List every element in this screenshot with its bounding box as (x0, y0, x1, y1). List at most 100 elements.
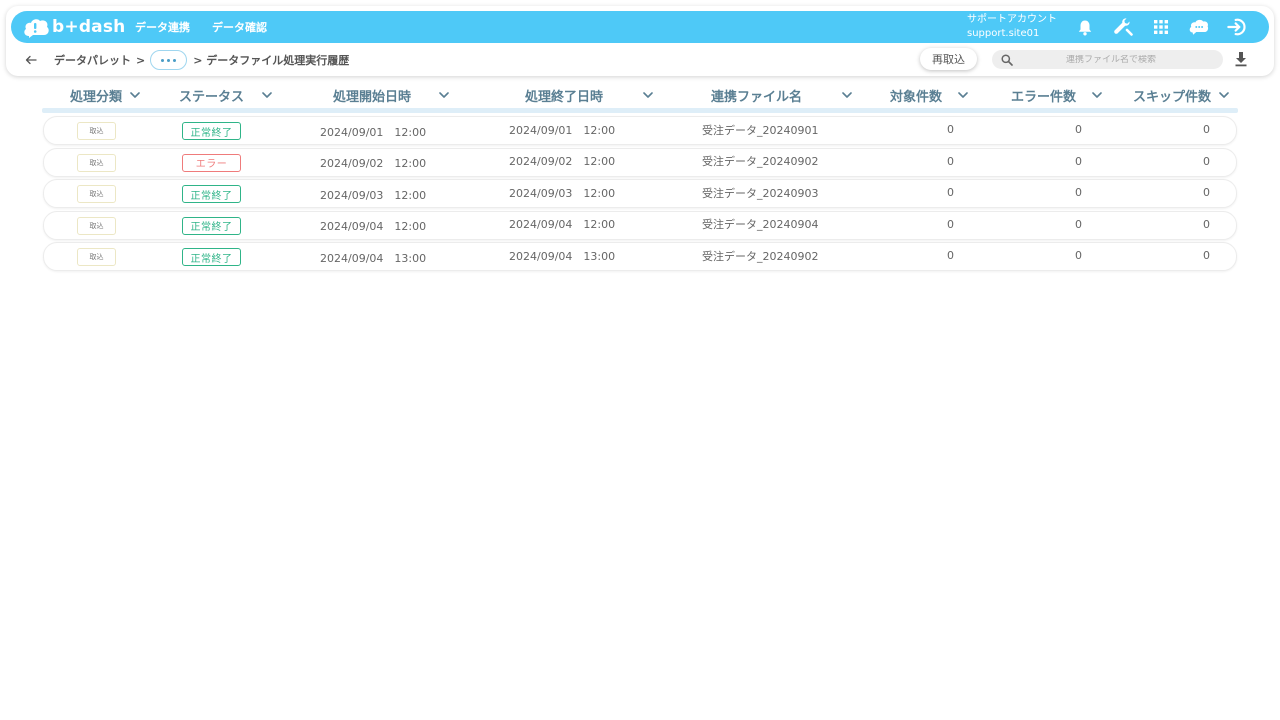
table-row[interactable]: 取込 正常終了 2024/09/01 12:00 2024/09/01 12:00 受注… (43, 116, 1237, 145)
error-count-cell: 0 (1075, 249, 1082, 262)
bell-icon[interactable] (1075, 17, 1095, 37)
logo-text: b+dash (52, 17, 126, 37)
top-navbar: b+dash データ連携 データ確認 サポートアカウント support.sit… (11, 11, 1269, 43)
status-badge: エラー (182, 153, 241, 172)
dot-icon (161, 58, 165, 62)
error-count-cell: 0 (1075, 123, 1082, 136)
type-badge: 取込 (77, 153, 116, 172)
column-header-target-count[interactable]: 対象件数 (890, 84, 968, 106)
target-count-cell: 0 (947, 154, 954, 168)
table-row[interactable]: 取込 正常終了 2024/09/04 12:00 2024/09/04 12:00 受注… (43, 210, 1237, 240)
search-input[interactable] (1021, 54, 1201, 65)
start-time-cell: 2024/09/01 12:00 (320, 125, 427, 139)
chevron-down-icon (262, 91, 272, 99)
column-header-skip-count[interactable]: スキップ件数 (1133, 84, 1229, 106)
skip-count-cell: 0 (1203, 186, 1210, 199)
column-header-error-count[interactable]: エラー件数 (1011, 84, 1102, 106)
account-name: サポートアカウント (967, 14, 1057, 25)
column-header-label: 連携ファイル名 (711, 89, 803, 105)
chevron-down-icon (842, 91, 852, 99)
start-time-cell: 2024/09/02 12:00 (320, 157, 427, 170)
column-header-end-time[interactable]: 処理終了日時 (525, 84, 653, 106)
back-arrow-icon[interactable] (25, 53, 39, 67)
file-name-cell: 受注データ_20240903 (702, 186, 819, 200)
account-info[interactable]: サポートアカウント support.site01 (967, 13, 1057, 41)
breadcrumb-home[interactable]: データパレット (54, 52, 131, 68)
chevron-down-icon (958, 91, 968, 99)
start-time-cell: 2024/09/04 13:00 (320, 251, 427, 265)
breadcrumb: データパレット > > データファイル処理実行履歴 (39, 50, 349, 70)
table-row[interactable]: 取込 正常終了 2024/09/04 13:00 2024/09/04 13:00 受注… (43, 242, 1237, 271)
status-badge: 正常終了 (182, 216, 241, 235)
download-icon[interactable] (1234, 51, 1248, 67)
column-header-label: 処理開始日時 (333, 89, 412, 105)
type-badge: 取込 (77, 185, 116, 203)
column-header-status[interactable]: ステータス (179, 84, 272, 106)
end-time-cell: 2024/09/01 12:00 (509, 123, 616, 137)
type-badge: 取込 (77, 216, 116, 235)
account-id: support.site01 (967, 28, 1040, 39)
start-time-cell: 2024/09/03 12:00 (320, 188, 427, 202)
logo-cloud-icon (23, 17, 50, 38)
nav-link-data-check[interactable]: データ確認 (212, 19, 267, 35)
dot-icon (173, 58, 177, 62)
file-name-cell: 受注データ_20240902 (702, 155, 819, 168)
breadcrumb-separator: > (136, 53, 146, 67)
chevron-down-icon (439, 91, 449, 99)
wrench-icon[interactable] (1113, 17, 1133, 37)
end-time-cell: 2024/09/02 12:00 (509, 155, 616, 168)
table-row[interactable]: 取込 正常終了 2024/09/03 12:00 2024/09/03 12:00 受注… (43, 179, 1237, 208)
chevron-down-icon (130, 91, 140, 99)
error-count-cell: 0 (1075, 186, 1082, 199)
skip-count-cell: 0 (1203, 154, 1210, 168)
start-time-cell: 2024/09/04 12:00 (320, 220, 427, 233)
logout-icon[interactable] (1227, 17, 1247, 37)
breadcrumb-more-button[interactable] (150, 50, 188, 70)
history-table-body: 取込 正常終了 2024/09/01 12:00 2024/09/01 12:00 受注… (43, 116, 1237, 274)
file-name-cell: 受注データ_20240902 (702, 249, 819, 263)
table-header-divider (42, 108, 1238, 113)
end-time-cell: 2024/09/04 13:00 (509, 249, 616, 263)
column-header-label: エラー件数 (1011, 89, 1077, 105)
target-count-cell: 0 (947, 217, 954, 231)
end-time-cell: 2024/09/03 12:00 (509, 186, 616, 200)
chevron-down-icon (1092, 91, 1102, 99)
column-header-type[interactable]: 処理分類 (70, 84, 140, 106)
chevron-down-icon (643, 91, 653, 99)
status-badge: 正常終了 (182, 122, 241, 140)
error-count-cell: 0 (1075, 217, 1082, 231)
column-header-file-name[interactable]: 連携ファイル名 (711, 84, 852, 106)
nav-link-data-integration[interactable]: データ連携 (135, 19, 190, 35)
breadcrumb-current: > データファイル処理実行履歴 (193, 54, 350, 67)
chevron-down-icon (1219, 91, 1229, 99)
search-box (992, 50, 1223, 69)
column-header-label: 処理分類 (70, 89, 123, 105)
skip-count-cell: 0 (1203, 249, 1210, 262)
skip-count-cell: 0 (1203, 123, 1210, 136)
end-time-cell: 2024/09/04 12:00 (509, 218, 616, 231)
column-header-start-time[interactable]: 処理開始日時 (333, 84, 449, 106)
target-count-cell: 0 (947, 186, 954, 199)
file-name-cell: 受注データ_20240904 (702, 218, 819, 231)
header-card: b+dash データ連携 データ確認 サポートアカウント support.sit… (6, 6, 1274, 76)
search-icon (1001, 53, 1013, 66)
grid-icon[interactable] (1151, 17, 1171, 37)
column-header-label: 処理終了日時 (525, 89, 604, 105)
target-count-cell: 0 (947, 123, 954, 136)
reload-button[interactable]: 再取込 (920, 48, 977, 70)
error-count-cell: 0 (1075, 154, 1082, 168)
breadcrumb-bar: データパレット > > データファイル処理実行履歴 再取込 (6, 48, 1274, 72)
table-row[interactable]: 取込 エラー 2024/09/02 12:00 2024/09/02 12:00 受注デ… (43, 147, 1237, 177)
type-badge: 取込 (77, 122, 116, 140)
column-header-label: 対象件数 (890, 89, 943, 105)
target-count-cell: 0 (947, 249, 954, 262)
file-name-cell: 受注データ_20240901 (702, 123, 819, 137)
type-badge: 取込 (77, 248, 116, 266)
status-badge: 正常終了 (182, 248, 241, 266)
dot-icon (167, 58, 171, 62)
app-logo[interactable]: b+dash (23, 11, 125, 43)
column-header-label: スキップ件数 (1133, 89, 1212, 105)
chat-icon[interactable] (1189, 17, 1209, 37)
skip-count-cell: 0 (1203, 217, 1210, 231)
status-badge: 正常終了 (182, 185, 241, 203)
